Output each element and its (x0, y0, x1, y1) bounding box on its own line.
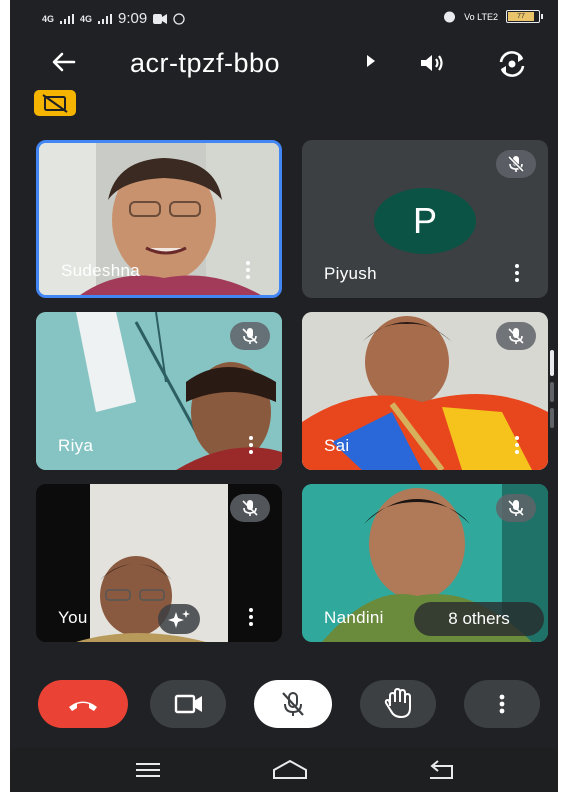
signal-icon-2 (98, 13, 113, 24)
back-button[interactable] (50, 48, 78, 83)
mic-off-icon (508, 500, 524, 516)
more-vert-icon[interactable] (248, 436, 254, 456)
mic-off-icon (507, 155, 525, 173)
caret-right-icon[interactable] (366, 54, 376, 71)
nav-menu-icon (136, 763, 160, 777)
status-time: 9:09 (118, 10, 148, 27)
nav-home-icon (273, 759, 307, 779)
raise-hand-button[interactable] (360, 680, 436, 728)
camera-button[interactable] (150, 680, 226, 728)
participant-name: Piyush (324, 264, 377, 283)
end-call-button[interactable] (38, 680, 128, 728)
participant-tile-nandini[interactable]: Nandini 8 others (302, 484, 548, 642)
more-vert-icon (499, 694, 505, 714)
mic-off-icon (242, 500, 258, 516)
effects-sparkle-icon (168, 610, 190, 628)
more-vert-icon[interactable] (248, 608, 254, 628)
avatar-letter: P (412, 200, 437, 241)
end-call-icon (69, 701, 97, 711)
alarm-icon (444, 11, 456, 23)
mic-off-icon (282, 692, 304, 716)
nav-back-icon (430, 760, 453, 779)
more-vert-icon[interactable] (514, 264, 520, 284)
nav-menu-button[interactable] (134, 760, 162, 785)
participant-tile-riya[interactable]: Riya (36, 312, 282, 470)
raise-hand-icon (384, 687, 411, 719)
signal-icon (60, 13, 75, 24)
more-vert-icon[interactable] (245, 261, 251, 281)
others-button[interactable]: 8 others (414, 602, 544, 636)
mic-off-badge (496, 150, 536, 178)
back-arrow-icon (52, 52, 76, 72)
call-controls (10, 680, 558, 740)
microphone-button[interactable] (254, 680, 332, 728)
mic-off-icon (242, 328, 258, 344)
scroll-indicator[interactable] (550, 350, 556, 430)
network-indicator-1: 4G (42, 13, 55, 24)
more-options-button[interactable] (464, 680, 540, 728)
captions-off-badge[interactable] (34, 90, 76, 116)
status-right: Vo LTE2 77 (443, 10, 543, 23)
mic-off-badge (496, 494, 536, 522)
participant-name: Sai (324, 436, 350, 455)
battery-icon: 77 (506, 10, 543, 23)
captions-off-icon (42, 94, 68, 113)
participant-name: Nandini (324, 608, 384, 627)
mic-off-badge (230, 322, 270, 350)
phone-screen: 4G 4G 9:09 Vo LTE2 77 acr-tpzf-bbo Sudes… (10, 0, 558, 792)
participant-name: Riya (58, 436, 94, 455)
participant-tile-sai[interactable]: Sai (302, 312, 548, 470)
avatar: P (374, 188, 476, 254)
participant-tile-you[interactable]: You (36, 484, 282, 642)
nav-back-button[interactable] (426, 758, 458, 787)
meeting-code[interactable]: acr-tpzf-bbo (130, 48, 280, 79)
camera-flip-icon (499, 51, 525, 77)
status-bar: 4G 4G 9:09 Vo LTE2 77 (10, 0, 558, 36)
system-nav-bar (10, 748, 558, 792)
more-vert-icon[interactable] (514, 436, 520, 456)
meeting-top-bar: acr-tpzf-bbo (10, 42, 558, 86)
switch-camera-button[interactable] (496, 49, 528, 79)
status-left: 4G 4G 9:09 (42, 10, 185, 27)
speaker-icon (421, 55, 443, 71)
participant-name: You (58, 608, 88, 627)
participant-tile-sudeshna[interactable]: Sudeshna (36, 140, 282, 298)
mic-off-badge (496, 322, 536, 350)
whatsapp-icon (173, 12, 185, 25)
participant-name: Sudeshna (61, 261, 140, 280)
mic-off-badge (230, 494, 270, 522)
effects-button[interactable] (158, 604, 200, 634)
network-indicator-2: 4G (80, 13, 93, 24)
nav-home-button[interactable] (270, 758, 310, 787)
others-label: 8 others (448, 609, 510, 628)
participant-tile-piyush[interactable]: P Piyush (302, 140, 548, 298)
videocam-icon (174, 694, 202, 714)
volte-indicator: Vo LTE2 (464, 11, 498, 22)
speaker-button[interactable] (418, 51, 446, 75)
battery-level: 77 (508, 12, 534, 21)
meet-notification-icon (153, 13, 168, 24)
mic-off-icon (508, 328, 524, 344)
